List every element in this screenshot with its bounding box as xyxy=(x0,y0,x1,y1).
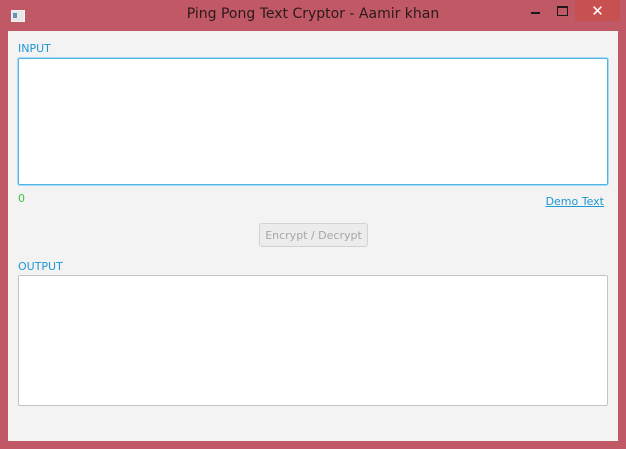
close-icon: ✕ xyxy=(591,1,604,20)
demo-text-link[interactable]: Demo Text xyxy=(546,195,604,208)
maximize-icon xyxy=(556,5,568,16)
minimize-button[interactable] xyxy=(521,0,549,21)
encrypt-decrypt-button[interactable]: Encrypt / Decrypt xyxy=(259,223,368,247)
close-button[interactable]: ✕ xyxy=(575,0,620,21)
maximize-button[interactable] xyxy=(549,0,575,21)
title-bar[interactable]: Ping Pong Text Cryptor - Aamir khan ✕ xyxy=(0,0,626,31)
input-textarea[interactable] xyxy=(18,58,608,185)
output-textarea[interactable] xyxy=(18,275,608,406)
main-content: INPUT 0 Demo Text Encrypt / Decrypt OUTP… xyxy=(8,31,618,441)
app-window: Ping Pong Text Cryptor - Aamir khan ✕ IN… xyxy=(0,0,626,449)
input-label: INPUT xyxy=(18,42,51,55)
output-label: OUTPUT xyxy=(18,260,63,273)
minimize-icon xyxy=(530,11,540,14)
character-count: 0 xyxy=(18,192,25,205)
